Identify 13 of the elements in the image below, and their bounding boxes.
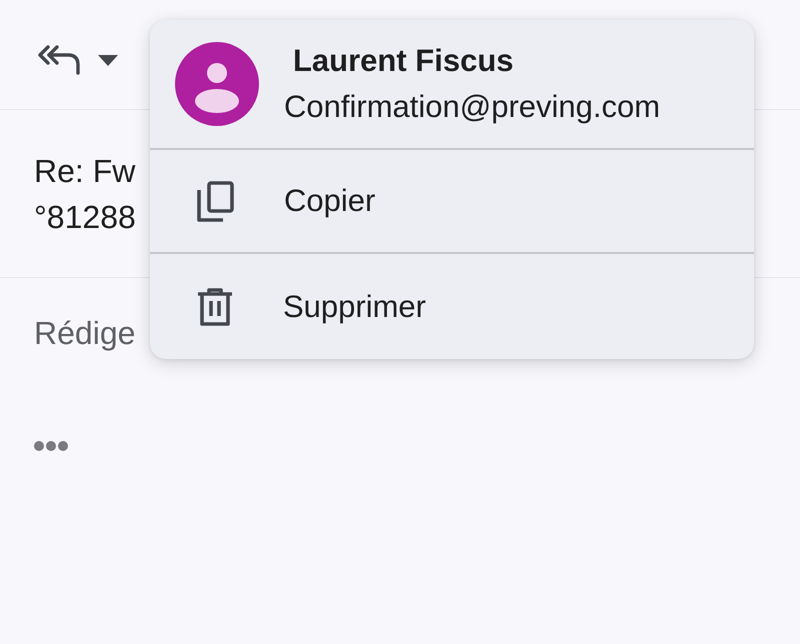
caret-icon[interactable] — [98, 55, 118, 66]
menu-item[interactable]: Copier — [150, 150, 754, 252]
compose-field[interactable]: Rédige — [34, 310, 146, 356]
copy-icon — [197, 180, 234, 222]
subject-line: Re: Fw — [34, 152, 136, 191]
reply-all-icon[interactable] — [38, 44, 80, 75]
subject-line: °81288 — [34, 198, 136, 237]
contact-email: Confirmation@preving.com — [284, 88, 660, 126]
contact-name: Laurent Fiscus — [293, 42, 514, 80]
trash-icon — [197, 288, 233, 326]
avatar-icon — [175, 42, 259, 126]
menu-item[interactable]: Supprimer — [150, 252, 754, 359]
more-icon[interactable] — [34, 441, 68, 451]
